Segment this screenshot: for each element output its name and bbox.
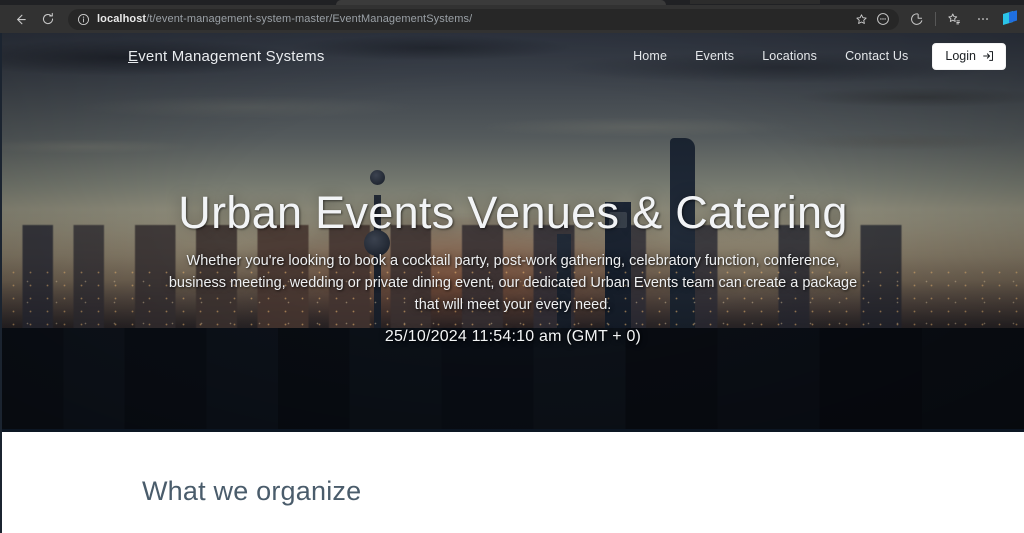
section-title-what-we-organize: What we organize	[142, 476, 362, 506]
nav-links: Home Events Locations Contact Us Login	[619, 42, 1006, 70]
split-screen-icon[interactable]	[873, 10, 893, 28]
extension-icon[interactable]	[1000, 10, 1018, 28]
toolbar-right-actions	[903, 8, 1018, 30]
page-viewport: Event Management Systems Home Events Loc…	[0, 33, 1024, 533]
address-bar-text: localhost/t/event-management-system-mast…	[97, 13, 472, 25]
url-host: localhost	[97, 13, 147, 25]
brand-name-rest: vent Management Systems	[138, 47, 325, 65]
reload-icon[interactable]	[34, 8, 62, 30]
brand-logo[interactable]: Event Management Systems	[128, 48, 325, 65]
sign-in-icon	[982, 50, 994, 62]
site-navbar: Event Management Systems Home Events Loc…	[2, 33, 1024, 79]
url-path: /t/event-management-system-master/EventM…	[146, 13, 473, 25]
login-button-label: Login	[945, 48, 976, 63]
toolbar-divider	[935, 12, 936, 26]
hero-subtitle: Whether you're looking to book a cocktai…	[168, 253, 858, 314]
tab-strip-right-region	[690, 0, 820, 4]
brand-accesskey-letter: E	[128, 47, 139, 65]
info-circle-icon[interactable]	[76, 12, 90, 26]
nav-link-locations[interactable]: Locations	[748, 43, 831, 69]
collections-icon[interactable]	[940, 8, 968, 30]
content-container: What we organize	[142, 476, 892, 533]
browser-window: localhost/t/event-management-system-mast…	[0, 0, 1024, 533]
back-arrow-icon[interactable]	[6, 8, 34, 30]
ellipsis-icon[interactable]	[969, 8, 997, 30]
browser-toolbar: localhost/t/event-management-system-mast…	[0, 5, 1024, 33]
hero-text-block: Urban Events Venues & Catering Whether y…	[2, 187, 1024, 346]
hero-title: Urban Events Venues & Catering	[178, 187, 848, 238]
nav-link-contact-us[interactable]: Contact Us	[831, 43, 922, 69]
star-outline-icon[interactable]	[851, 10, 871, 28]
browser-essentials-icon[interactable]	[903, 8, 931, 30]
address-bar[interactable]: localhost/t/event-management-system-mast…	[68, 8, 899, 30]
hero-bottom-edge	[2, 429, 1024, 432]
nav-link-home[interactable]: Home	[619, 43, 681, 69]
content-section: What we organize	[2, 432, 1024, 533]
nav-link-events[interactable]: Events	[681, 43, 748, 69]
login-button[interactable]: Login	[932, 42, 1006, 70]
hero-section: Event Management Systems Home Events Loc…	[2, 33, 1024, 432]
hero-datetime: 25/10/2024 11:54:10 am (GMT + 0)	[384, 328, 642, 346]
